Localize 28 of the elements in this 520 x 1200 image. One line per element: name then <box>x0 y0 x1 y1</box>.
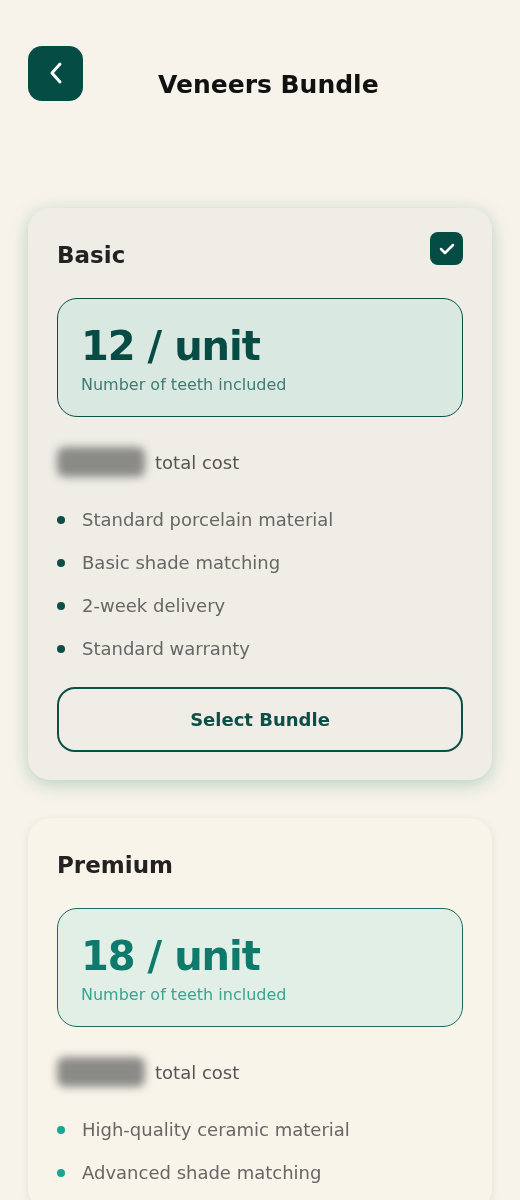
checkmark-icon <box>438 242 455 255</box>
checkbox[interactable] <box>430 232 463 265</box>
units-value: 12 / unit <box>81 323 261 369</box>
cost-label: total cost <box>155 451 240 473</box>
feature-text: Basic shade matching <box>82 552 281 573</box>
back-icon <box>48 61 63 85</box>
units-caption: Number of teeth included <box>81 985 288 1004</box>
bundle-name: Basic <box>57 241 126 268</box>
back-button[interactable] <box>28 45 83 101</box>
bullet-icon <box>57 558 65 567</box>
units-caption: Number of teeth included <box>81 375 288 394</box>
bundle-card[interactable]: Premium 18 / unit Number of teeth included total cost High-quality ceramic material Advanced shade matching <box>28 818 492 1200</box>
bullet-icon <box>57 515 65 524</box>
bundle-name: Premium <box>57 851 173 878</box>
page-title: Veneers Bundle <box>158 68 379 99</box>
select-bundle-button[interactable]: Select Bundle <box>57 687 463 752</box>
units-value: 18 / unit <box>81 933 261 979</box>
bullet-icon <box>57 644 65 653</box>
bundle-card[interactable]: Basic 12 / unit Number of teeth included total cost Standard porcelain material Basic shade matching 2-week delivery Standard warranty Select Bundle <box>28 208 492 780</box>
feature-text: 2-week delivery <box>82 595 226 616</box>
bullet-icon <box>57 1125 65 1134</box>
feature-text: Standard porcelain material <box>82 509 334 530</box>
bullet-icon <box>57 1168 65 1177</box>
feature-text: Standard warranty <box>82 638 250 659</box>
cost-label: total cost <box>155 1061 240 1083</box>
feature-text: Advanced shade matching <box>82 1162 322 1183</box>
feature-text: High-quality ceramic material <box>82 1119 350 1140</box>
bullet-icon <box>57 601 65 610</box>
